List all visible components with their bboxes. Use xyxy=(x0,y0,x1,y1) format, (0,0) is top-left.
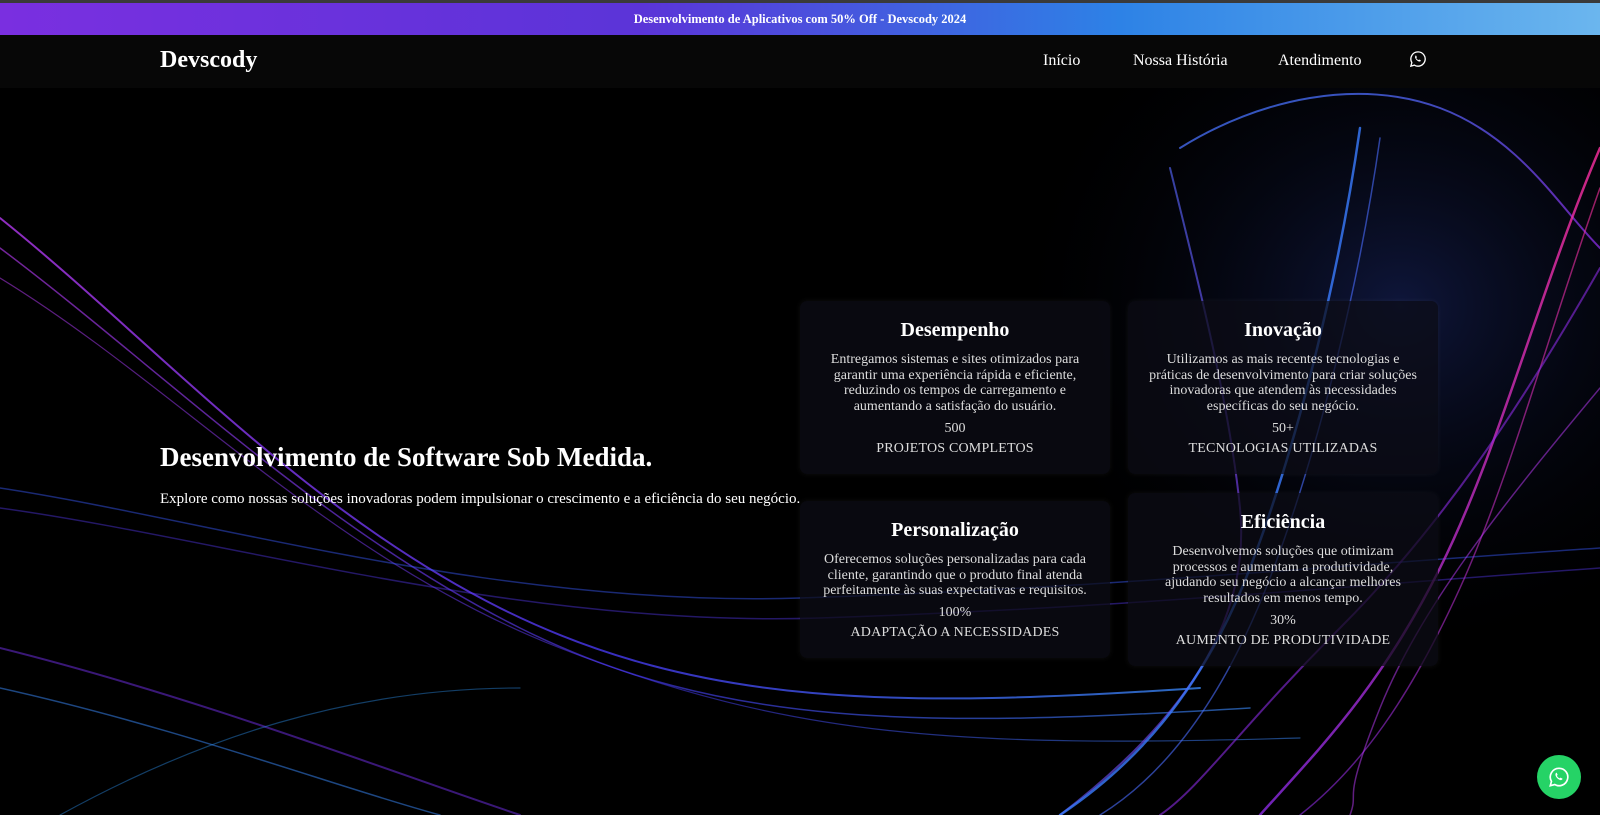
card-description: Oferecemos soluções personalizadas para … xyxy=(823,552,1087,599)
promo-text: Desenvolvimento de Aplicativos com 50% O… xyxy=(633,11,967,26)
card-stat-label: TECNOLOGIAS UTILIZADAS xyxy=(1188,440,1378,456)
hero-title: Desenvolvimento de Software Sob Medida. xyxy=(160,442,653,472)
feature-card-personalizacao: Personalização Oferecemos soluções perso… xyxy=(800,501,1110,658)
card-description: Desenvolvemos soluções que otimizam proc… xyxy=(1165,544,1401,607)
brand-logo[interactable]: Devscody xyxy=(160,47,257,74)
nav-link-nossa-historia[interactable]: Nossa História xyxy=(1133,52,1228,70)
promo-banner: Desenvolvimento de Aplicativos com 50% O… xyxy=(0,3,1600,35)
feature-card-eficiencia: Eficiência Desenvolvemos soluções que ot… xyxy=(1128,493,1438,666)
card-number: 50+ xyxy=(1272,420,1294,436)
navbar: Devscody Início Nossa História Atendimen… xyxy=(0,35,1600,88)
card-description: Entregamos sistemas e sites otimizados p… xyxy=(830,352,1080,415)
nav-link-inicio[interactable]: Início xyxy=(1043,52,1080,70)
card-number: 100% xyxy=(938,605,972,621)
card-number: 500 xyxy=(944,420,966,436)
feature-card-inovacao: Inovação Utilizamos as mais recentes tec… xyxy=(1128,301,1438,474)
nav-link-atendimento[interactable]: Atendimento xyxy=(1278,52,1362,70)
whatsapp-floating-button[interactable] xyxy=(1537,755,1581,799)
card-stat-label: ADAPTAÇÃO A NECESSIDADES xyxy=(850,625,1060,641)
card-stat-label: AUMENTO DE PRODUTIVIDADE xyxy=(1175,632,1391,648)
card-number: 30% xyxy=(1270,612,1296,628)
card-stat-label: PROJETOS COMPLETOS xyxy=(876,440,1034,456)
card-title: Personalização xyxy=(891,519,1019,541)
feature-card-desempenho: Desempenho Entregamos sistemas e sites o… xyxy=(800,301,1110,474)
whatsapp-icon[interactable] xyxy=(1409,50,1427,68)
card-title: Inovação xyxy=(1244,319,1322,341)
whatsapp-icon xyxy=(1549,767,1569,787)
hero-subtitle: Explore como nossas soluções inovadoras … xyxy=(160,491,801,507)
card-description: Utilizamos as mais recentes tecnologias … xyxy=(1149,352,1417,415)
card-title: Eficiência xyxy=(1240,511,1326,533)
card-title: Desempenho xyxy=(900,319,1010,341)
